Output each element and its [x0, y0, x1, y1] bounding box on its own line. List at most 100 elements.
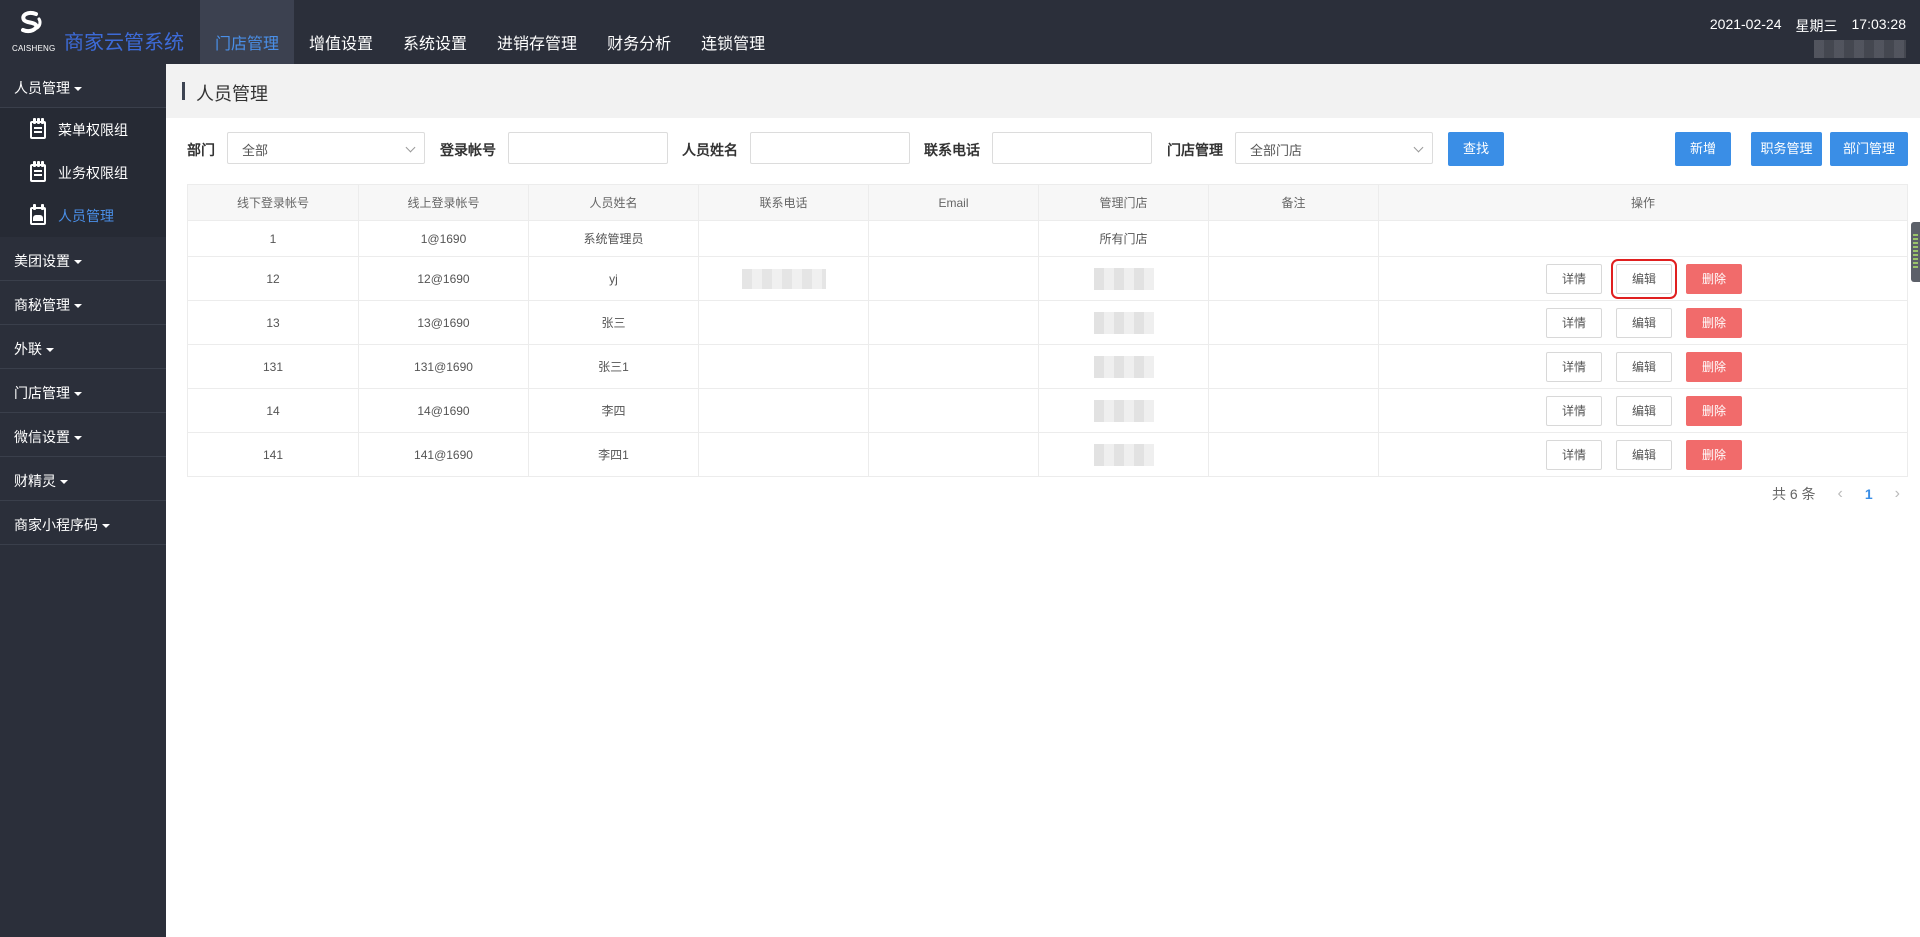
row-actions: 详情 编辑 删除: [1379, 258, 1907, 299]
nav-value-added-settings[interactable]: 增值设置: [294, 0, 388, 64]
cell-remark: [1208, 220, 1379, 257]
cell-phone: [698, 432, 869, 477]
weekday-text: 星期三: [1795, 18, 1838, 34]
cell-online-account: 13@1690: [358, 300, 529, 345]
delete-button[interactable]: 删除: [1686, 439, 1742, 470]
side-float-tab[interactable]: [1911, 222, 1920, 282]
store-select-value: 全部门店: [1250, 143, 1303, 158]
nav-financial-analysis[interactable]: 财务分析: [592, 0, 686, 64]
brand-title: 商家云管系统: [64, 32, 184, 54]
filter-bar: 部门 全部 登录帐号 人员姓名 联系电话 门店管理 全部门店 查找 新增 职务管…: [166, 128, 1920, 168]
nav-system-settings[interactable]: 系统设置: [388, 0, 482, 64]
user-info-redacted[interactable]: [1814, 40, 1906, 58]
edit-button[interactable]: 编辑: [1616, 307, 1672, 338]
logo-text: CAISHENG: [12, 44, 56, 53]
caret-down-icon: [74, 87, 82, 92]
cell-phone: [698, 344, 869, 389]
add-button[interactable]: 新增: [1675, 132, 1731, 166]
login-account-input[interactable]: [508, 132, 668, 164]
sidebar-group-meituan[interactable]: 美团设置: [0, 237, 166, 281]
chevron-left-icon[interactable]: ‹: [1838, 485, 1843, 503]
delete-button[interactable]: 删除: [1686, 395, 1742, 426]
cell-person-name: 张三: [528, 300, 699, 345]
chevron-right-icon[interactable]: ›: [1895, 485, 1900, 503]
delete-button[interactable]: 删除: [1686, 351, 1742, 382]
sidebar-group-label: 商秘管理: [14, 297, 70, 313]
store-select[interactable]: 全部门店: [1235, 132, 1433, 164]
dept-select[interactable]: 全部: [227, 132, 425, 164]
cell-offline-account: 1: [187, 220, 359, 257]
sidebar-group-caijingling[interactable]: 财精灵: [0, 457, 166, 501]
detail-button[interactable]: 详情: [1546, 263, 1602, 294]
sidebar-group-label: 人员管理: [14, 80, 70, 96]
delete-button[interactable]: 删除: [1686, 307, 1742, 338]
position-management-button[interactable]: 职务管理: [1751, 132, 1822, 166]
page-header: 人员管理: [166, 64, 1920, 118]
cell-person-name: 系统管理员: [528, 220, 699, 257]
page-title: 人员管理: [196, 84, 268, 104]
sidebar-item-label: 业务权限组: [58, 165, 128, 181]
table-header-row: 线下登录帐号 线上登录帐号 人员姓名 联系电话 Email 管理门店 备注 操作: [187, 184, 1908, 221]
cell-actions: [1378, 220, 1908, 257]
sidebar-item-label: 菜单权限组: [58, 122, 128, 138]
edit-button[interactable]: 编辑: [1616, 351, 1672, 382]
sidebar-group-shangmi[interactable]: 商秘管理: [0, 281, 166, 325]
cell-online-account: 141@1690: [358, 432, 529, 477]
cell-managed-store: [1038, 300, 1209, 345]
nav-store-management[interactable]: 门店管理: [200, 0, 295, 64]
department-management-button[interactable]: 部门管理: [1830, 132, 1908, 166]
caret-down-icon: [74, 436, 82, 441]
top-bar: CAISHENG 商家云管系统 门店管理 增值设置 系统设置 进销存管理 财务分…: [0, 0, 1920, 64]
nav-chain-management[interactable]: 连锁管理: [686, 0, 780, 64]
sidebar-group-miniprogram[interactable]: 商家小程序码: [0, 501, 166, 545]
row-actions: 详情 编辑 删除: [1379, 395, 1907, 426]
cell-phone: [698, 220, 869, 257]
store-redacted: [1093, 267, 1154, 290]
detail-button[interactable]: 详情: [1546, 395, 1602, 426]
sidebar-group-wechat[interactable]: 微信设置: [0, 413, 166, 457]
cell-online-account: 12@1690: [358, 256, 529, 301]
sidebar-group-store[interactable]: 门店管理: [0, 369, 166, 413]
sidebar: 人员管理 菜单权限组 业务权限组 人员管理 美团设置 商秘管理 外联 门店管理: [0, 64, 166, 937]
edit-button[interactable]: 编辑: [1611, 258, 1677, 299]
top-nav: 门店管理 增值设置 系统设置 进销存管理 财务分析 连锁管理: [200, 0, 780, 64]
edit-button[interactable]: 编辑: [1616, 395, 1672, 426]
nav-inventory-management[interactable]: 进销存管理: [482, 0, 592, 64]
col-email: Email: [868, 184, 1039, 221]
cell-actions: 详情 编辑 删除: [1378, 344, 1908, 389]
phone-input[interactable]: [992, 132, 1152, 164]
sidebar-item-business-permission-group[interactable]: 业务权限组: [0, 151, 166, 194]
caret-down-icon: [102, 524, 110, 529]
detail-button[interactable]: 详情: [1546, 351, 1602, 382]
delete-button[interactable]: 删除: [1686, 263, 1742, 294]
store-redacted: [1093, 311, 1154, 334]
caret-down-icon: [74, 260, 82, 265]
col-person-name: 人员姓名: [528, 184, 699, 221]
edit-button[interactable]: 编辑: [1616, 439, 1672, 470]
datetime: 2021-02-24 星期三 17:03:28: [1710, 16, 1906, 36]
sidebar-group-personnel[interactable]: 人员管理: [0, 64, 166, 108]
cell-email: [868, 256, 1039, 301]
table-row: 1 1@1690 系统管理员 所有门店: [187, 220, 1908, 257]
sidebar-group-external[interactable]: 外联: [0, 325, 166, 369]
person-name-label: 人员姓名: [682, 142, 738, 158]
cell-managed-store: [1038, 256, 1209, 301]
cell-offline-account: 14: [187, 388, 359, 433]
calendar-people-icon: [28, 204, 48, 226]
detail-button[interactable]: 详情: [1546, 439, 1602, 470]
detail-button[interactable]: 详情: [1546, 307, 1602, 338]
caret-down-icon: [74, 392, 82, 397]
cell-offline-account: 141: [187, 432, 359, 477]
dept-select-value: 全部: [242, 143, 269, 158]
page-number-current[interactable]: 1: [1865, 486, 1873, 502]
col-online-account: 线上登录帐号: [358, 184, 529, 221]
cell-remark: [1208, 256, 1379, 301]
sidebar-item-menu-permission-group[interactable]: 菜单权限组: [0, 108, 166, 151]
col-remark: 备注: [1208, 184, 1379, 221]
person-name-input[interactable]: [750, 132, 910, 164]
search-button[interactable]: 查找: [1448, 132, 1504, 166]
sidebar-item-personnel-management[interactable]: 人员管理: [0, 194, 166, 237]
cell-managed-store: [1038, 388, 1209, 433]
cell-email: [868, 388, 1039, 433]
caret-down-icon: [74, 304, 82, 309]
